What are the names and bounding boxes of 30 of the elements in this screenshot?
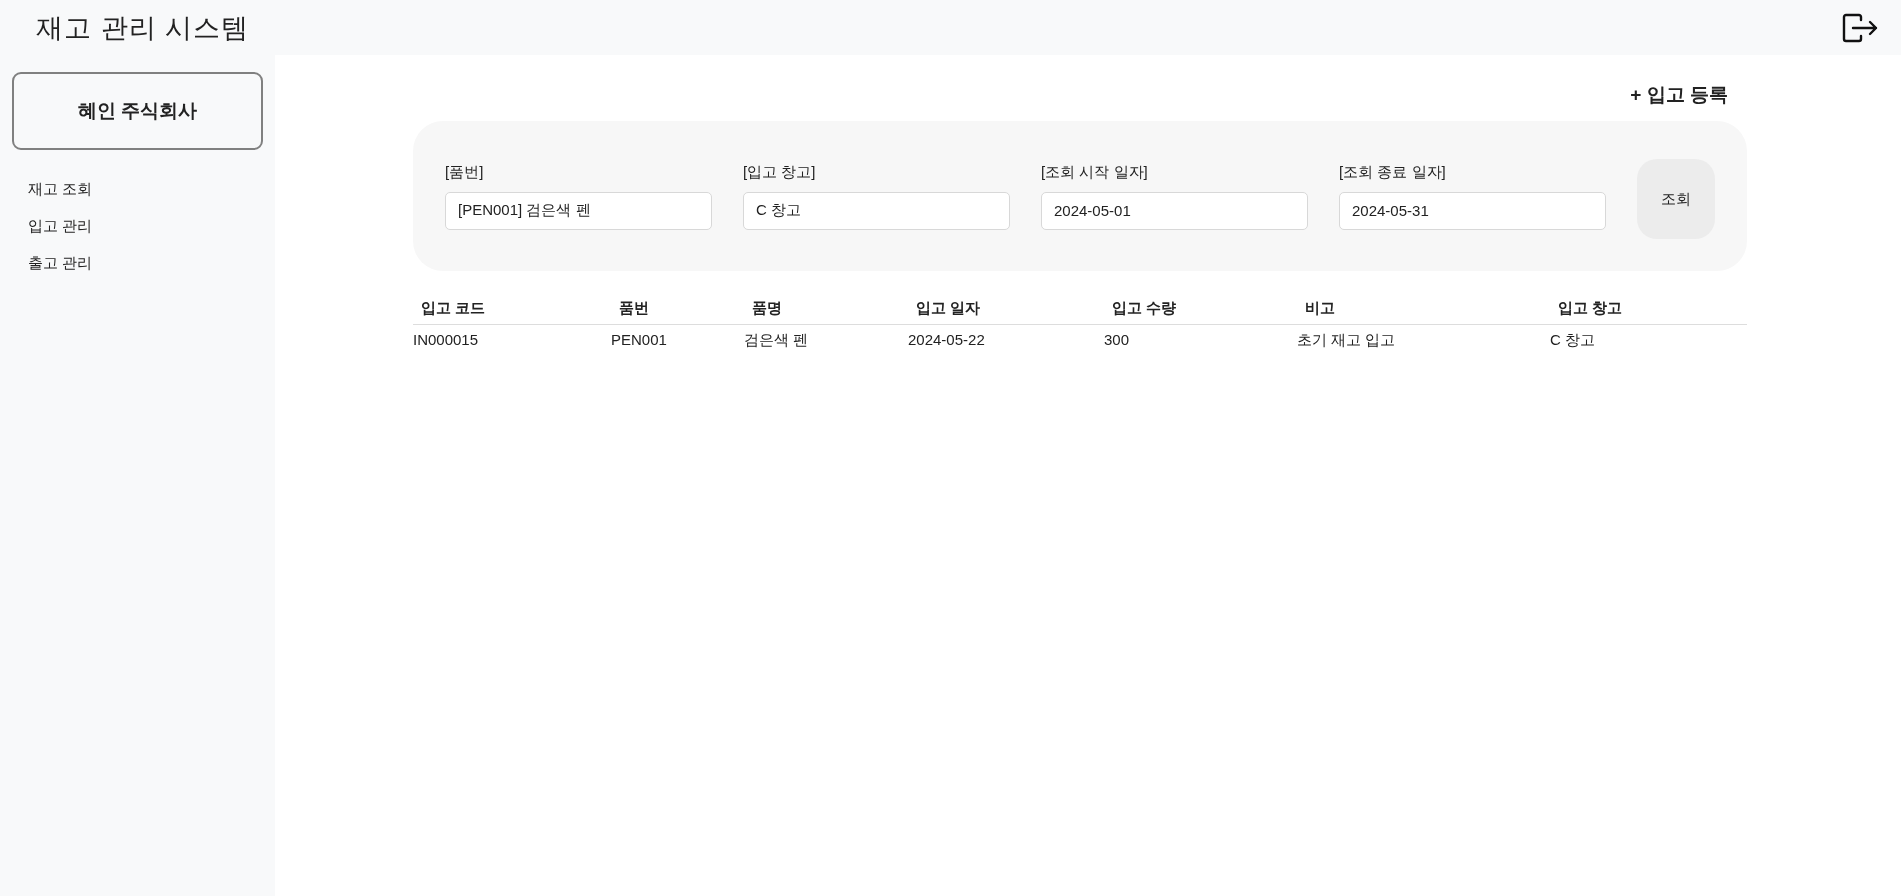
column-header: 비고	[1304, 299, 1336, 318]
column-header: 입고 창고	[1557, 299, 1624, 318]
app-title: 재고 관리 시스템	[36, 11, 249, 45]
input-field[interactable]: 2024-05-01	[1041, 191, 1308, 230]
column-header: 입고 일자	[915, 299, 982, 318]
input-field[interactable]: C 창고	[743, 191, 1010, 230]
table-cell-text: C 창고	[1550, 330, 1596, 350]
table-cell-text: PEN001	[611, 330, 668, 350]
table-cell-text: 초기 재고 입고	[1297, 330, 1397, 350]
input-field[interactable]: 2024-05-31	[1339, 191, 1606, 230]
column-header: 품명	[751, 299, 783, 318]
field-label: [입고 창고]	[743, 162, 817, 182]
search-button[interactable]: 조회	[1637, 159, 1715, 239]
table-cell-text: 300	[1104, 330, 1131, 350]
field-label: [조회 종료 일자]	[1339, 162, 1447, 182]
column-header: 입고 수량	[1111, 299, 1178, 318]
nav-link[interactable]: 출고 관리	[28, 254, 263, 273]
table-cell-text: 검은색 펜	[744, 330, 810, 350]
nav-link[interactable]: 입고 관리	[28, 217, 263, 236]
table-cell-text: IN000015	[413, 330, 480, 350]
nav-link[interactable]: 재고 조회	[28, 180, 263, 199]
company-name: 혜인 주식회사	[12, 72, 263, 150]
logout-icon[interactable]	[1841, 12, 1879, 43]
field-label: [품번]	[445, 162, 485, 182]
table-cell-text: 2024-05-22	[908, 330, 986, 350]
column-header: 품번	[618, 299, 650, 318]
input-field[interactable]: [PEN001] 검은색 펜	[445, 191, 712, 230]
column-header: 입고 코드	[420, 299, 487, 318]
field-label: [조회 시작 일자]	[1041, 162, 1149, 182]
add-receipt-button[interactable]: + 입고 등록	[1624, 81, 1734, 109]
